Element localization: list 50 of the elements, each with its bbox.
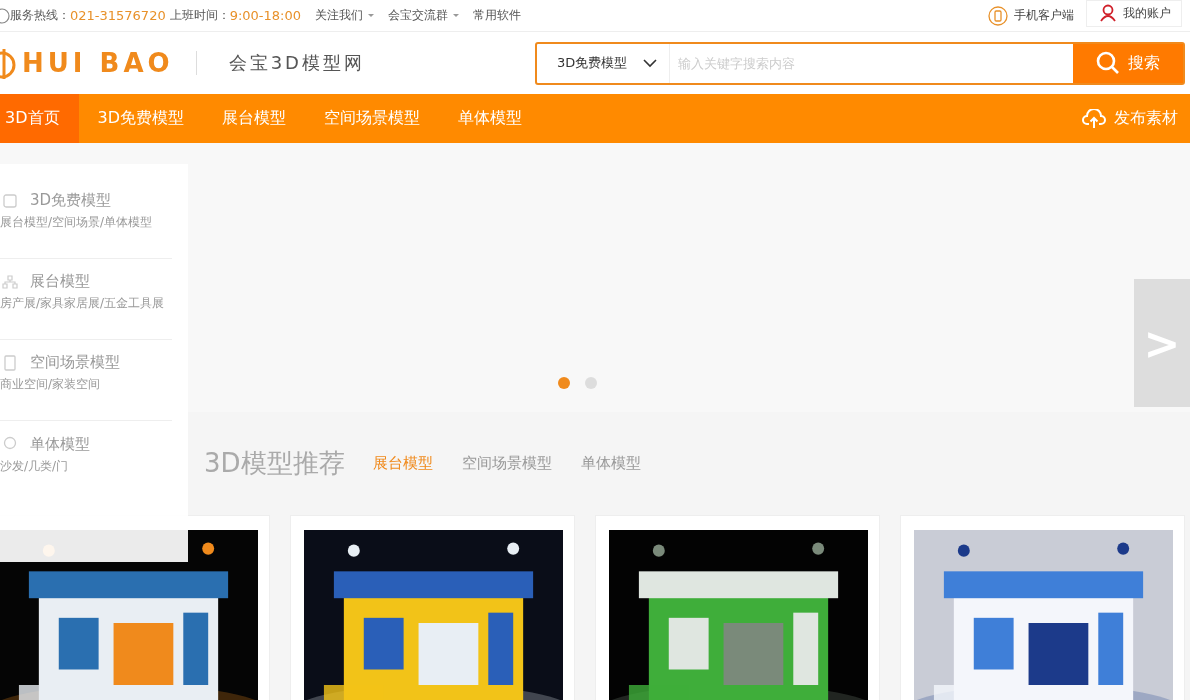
sidebar-title: 空间场景模型 xyxy=(30,353,120,372)
sidebar-item[interactable]: 单体模型 沙发/几类/门 xyxy=(0,421,172,502)
category-icon xyxy=(2,354,18,371)
model-card[interactable] xyxy=(290,515,575,700)
sidebar-title: 展台模型 xyxy=(30,272,90,291)
phone-icon xyxy=(988,5,1008,26)
nav-tab[interactable]: 单体模型 xyxy=(439,94,541,143)
caret-icon xyxy=(368,14,375,17)
sidebar-title: 单体模型 xyxy=(30,434,90,454)
nav-tab[interactable]: 3D免费模型 xyxy=(78,94,203,143)
sidebar-subtitle: 沙发/几类/门 xyxy=(0,457,70,475)
nav-tab[interactable]: 空间场景模型 xyxy=(305,94,439,143)
sidebar-subtitle: 房产展/家具家居展/五金工具展 xyxy=(0,295,166,312)
section-tab[interactable]: 空间场景模型 xyxy=(461,454,552,473)
section-tab[interactable]: 展台模型 xyxy=(372,454,433,473)
sidebar-subtitle: 展台模型/空间场景/单体模型 xyxy=(0,214,154,231)
model-card[interactable] xyxy=(595,515,880,700)
carousel-dot[interactable] xyxy=(558,377,570,389)
hours-label: 上班时间： xyxy=(169,7,230,24)
search-icon xyxy=(1096,51,1120,75)
logo-text: HUI BAO xyxy=(22,48,174,78)
nav-tab[interactable]: 展台模型 xyxy=(203,94,305,143)
account-button[interactable]: 我的账户 xyxy=(1086,0,1182,27)
sidebar-item[interactable]: 展台模型 房产展/家具家居展/五金工具展 xyxy=(0,259,172,340)
hotline-number: 021-31576720 xyxy=(70,8,166,23)
category-icon xyxy=(2,273,18,290)
caret-icon xyxy=(453,14,460,17)
section-title: 3D模型推荐 xyxy=(204,447,345,480)
user-icon xyxy=(1099,4,1117,22)
category-icon xyxy=(2,436,18,452)
top-link[interactable]: 会宝交流群 xyxy=(388,7,460,24)
cloud-upload-icon xyxy=(1082,108,1106,129)
mobile-app-link[interactable]: 手机客户端 xyxy=(988,5,1074,26)
hotline-label: 服务热线： xyxy=(10,7,70,24)
sidebar-item[interactable]: 空间场景模型 商业空间/家装空间 xyxy=(0,340,172,421)
carousel-dot[interactable] xyxy=(585,377,597,389)
search-button[interactable]: 搜索 xyxy=(1073,43,1183,83)
hours-text: 9:00-18:00 xyxy=(229,8,302,23)
top-link[interactable]: 常用软件 xyxy=(473,7,522,24)
sidebar-title: 3D免费模型 xyxy=(30,191,112,210)
model-card[interactable] xyxy=(900,515,1185,700)
site-name: 会宝3D模型网 xyxy=(228,51,365,75)
sidebar-subtitle: 商业空间/家装空间 xyxy=(0,376,102,393)
chevron-down-icon xyxy=(643,58,657,68)
publish-link[interactable]: 发布素材 xyxy=(1082,94,1178,143)
section-tab[interactable]: 单体模型 xyxy=(580,454,641,473)
top-link[interactable]: 关注我们 xyxy=(315,7,375,24)
sidebar-item[interactable]: 3D免费模型 展台模型/空间场景/单体模型 xyxy=(0,178,172,259)
category-icon xyxy=(2,192,18,209)
nav-tab[interactable]: 3D首页 xyxy=(0,94,79,143)
